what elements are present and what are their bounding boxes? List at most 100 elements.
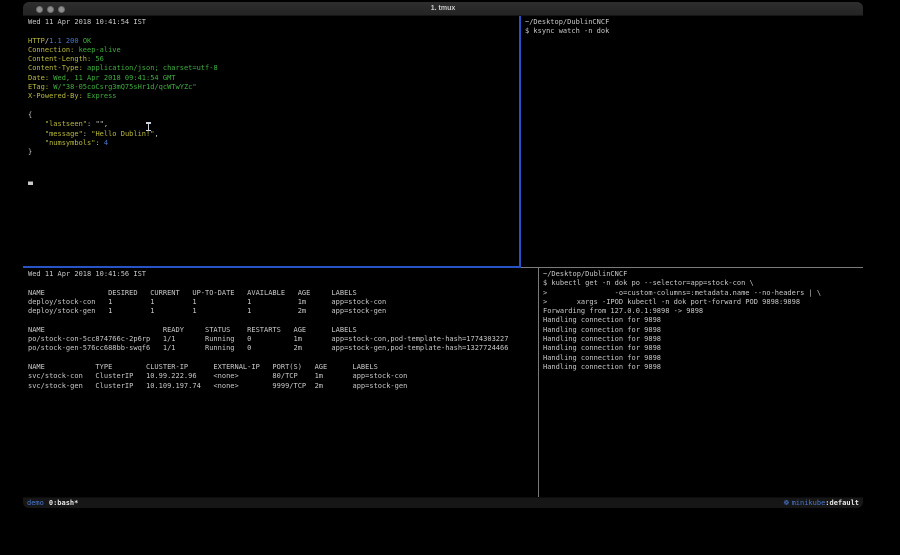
terminal-text-segment: Handling connection for 9898 [543, 354, 661, 362]
terminal-line [28, 157, 519, 166]
terminal-text-segment: NAME TYPE CLUSTER-IP EXTERNAL-IP PORT(S)… [28, 363, 378, 371]
terminal-text-segment: Wed 11 Apr 2018 10:41:54 IST [28, 18, 146, 26]
status-bar-left: demo 0:bash* [27, 498, 78, 509]
terminal-text-segment: keep-alive [74, 46, 120, 54]
terminal-text-segment: Wed, 11 Apr 2018 09:41:54 GMT [49, 74, 175, 82]
terminal-line: po/stock-gen-576cc688bb-swqf6 1/1 Runnin… [28, 344, 538, 353]
terminal-text-segment: NAME READY STATUS RESTARTS AGE LABELS [28, 326, 357, 334]
terminal-text-segment [28, 130, 45, 138]
terminal-block-cursor [28, 177, 33, 185]
terminal-line [28, 391, 538, 400]
terminal-line: Handling connection for 9898 [543, 326, 863, 335]
terminal-text-segment: svc/stock-gen ClusterIP 10.109.197.74 <n… [28, 382, 407, 390]
terminal-text-segment: svc/stock-con ClusterIP 10.99.222.96 <no… [28, 372, 407, 380]
terminal-text-segment: Handling connection for 9898 [543, 335, 661, 343]
terminal-text-segment: HTTP [28, 37, 45, 45]
terminal-text-segment: "message" [45, 130, 83, 138]
terminal-line [28, 354, 538, 363]
terminal-text-segment: application/json; charset=utf-8 [83, 64, 218, 72]
terminal-line: Handling connection for 9898 [543, 344, 863, 353]
terminal-window: 1. tmux Wed 11 Apr 2018 10:41:54 IST HTTP… [23, 2, 863, 508]
terminal-line: Handling connection for 9898 [543, 316, 863, 325]
pane-port-forward[interactable]: ~/Desktop/DublinCNCF$ kubectl get -n dok… [539, 268, 863, 497]
terminal-line: NAME READY STATUS RESTARTS AGE LABELS [28, 326, 538, 335]
terminal-line: > -o=custom-columns=:metadata.name --no-… [543, 289, 863, 298]
status-bar-right: ☸ minikube :default [783, 498, 859, 509]
terminal-text-segment: "numsymbols" [45, 139, 96, 147]
window-titlebar[interactable]: 1. tmux [23, 2, 863, 16]
terminal-line: "numsymbols": 4 [28, 139, 519, 148]
terminal-line: Handling connection for 9898 [543, 354, 863, 363]
terminal-line [28, 176, 519, 185]
terminal-line: Content-Type: application/json; charset=… [28, 64, 519, 73]
terminal-text-segment: Handling connection for 9898 [543, 363, 661, 371]
mouse-text-cursor-cap-bottom [146, 130, 151, 132]
terminal-line: ~/Desktop/DublinCNCF [525, 18, 863, 27]
terminal-text-segment: ~/Desktop/DublinCNCF [543, 270, 627, 278]
terminal-line: Handling connection for 9898 [543, 363, 863, 372]
terminal-line: } [28, 148, 519, 157]
terminal-text-segment: Connection: [28, 46, 74, 54]
terminal-line: { [28, 111, 519, 120]
terminal-text-segment: > -o=custom-columns=:metadata.name --no-… [543, 289, 821, 297]
tmux-session-area: Wed 11 Apr 2018 10:41:54 IST HTTP/1.1 200… [23, 16, 863, 497]
terminal-text-segment: po/stock-gen-576cc688bb-swqf6 1/1 Runnin… [28, 344, 508, 352]
terminal-text-segment [28, 120, 45, 128]
terminal-text-segment [28, 139, 45, 147]
terminal-text-segment: ETag: [28, 83, 49, 91]
terminal-line: Handling connection for 9898 [543, 335, 863, 344]
traffic-lights [36, 6, 65, 13]
tmux-status-bar: demo 0:bash* ☸ minikube :default [23, 497, 863, 508]
pane-http-response[interactable]: Wed 11 Apr 2018 10:41:54 IST HTTP/1.1 200… [23, 16, 519, 266]
terminal-text-segment: 56 [91, 55, 104, 63]
terminal-text-segment: Forwarding from 127.0.0.1:9898 -> 9898 [543, 307, 703, 315]
pane-ksync-watch[interactable]: ~/Desktop/DublinCNCF$ ksync watch -n dok [521, 16, 863, 266]
mouse-text-cursor [146, 122, 151, 131]
active-window-label[interactable]: 0:bash* [49, 498, 79, 509]
terminal-text-segment: } [28, 148, 32, 156]
terminal-line [28, 102, 519, 111]
terminal-text-segment: ~/Desktop/DublinCNCF [525, 18, 609, 26]
kube-namespace-label: :default [825, 498, 859, 509]
terminal-line: deploy/stock-gen 1 1 1 1 2m app=stock-ge… [28, 307, 538, 316]
terminal-text-segment: Handling connection for 9898 [543, 326, 661, 334]
terminal-line: "lastseen": "", [28, 120, 519, 129]
terminal-text-segment: : [95, 139, 103, 147]
terminal-line: $ kubectl get -n dok po --selector=app=s… [543, 279, 863, 288]
terminal-line: po/stock-con-5cc874766c-2p6rp 1/1 Runnin… [28, 335, 538, 344]
terminal-text-segment: deploy/stock-gen 1 1 1 1 2m app=stock-ge… [28, 307, 386, 315]
terminal-text-segment: $ ksync watch -n dok [525, 27, 609, 35]
terminal-text-segment: 4 [104, 139, 108, 147]
session-name-label: demo [27, 498, 44, 509]
terminal-line: "message": "Hello Dublin!", [28, 130, 519, 139]
terminal-text-segment: : [83, 130, 91, 138]
terminal-line: Content-Length: 56 [28, 55, 519, 64]
close-button[interactable] [36, 6, 43, 13]
zoom-button[interactable] [58, 6, 65, 13]
terminal-text-segment: NAME DESIRED CURRENT UP-TO-DATE AVAILABL… [28, 289, 357, 297]
terminal-text-segment: "" [95, 120, 103, 128]
terminal-text-segment: Date: [28, 74, 49, 82]
terminal-line: Wed 11 Apr 2018 10:41:56 IST [28, 270, 538, 279]
terminal-text-segment: Handling connection for 9898 [543, 344, 661, 352]
terminal-text-segment: { [28, 111, 32, 119]
terminal-text-segment: 1.1 200 [49, 37, 79, 45]
terminal-line: Forwarding from 127.0.0.1:9898 -> 9898 [543, 307, 863, 316]
terminal-text-segment: "lastseen" [45, 120, 87, 128]
desktop: { "colors": { "fg": "#c9c9c9", "yellow":… [0, 0, 900, 555]
terminal-text-segment: , [104, 120, 108, 128]
terminal-text-segment: , [154, 130, 158, 138]
terminal-text-segment: deploy/stock-con 1 1 1 1 1m app=stock-co… [28, 298, 386, 306]
terminal-text-segment: Content-Length: [28, 55, 91, 63]
minimize-button[interactable] [47, 6, 54, 13]
terminal-text-segment: > xargs -IPOD kubectl -n dok port-forwar… [543, 298, 800, 306]
terminal-text-segment: Express [83, 92, 117, 100]
terminal-line: HTTP/1.1 200 OK [28, 37, 519, 46]
terminal-line: NAME TYPE CLUSTER-IP EXTERNAL-IP PORT(S)… [28, 363, 538, 372]
terminal-line [28, 27, 519, 36]
pane-kubectl-get[interactable]: Wed 11 Apr 2018 10:41:56 IST NAME DESIRED… [23, 268, 538, 497]
window-title: 1. tmux [23, 2, 863, 16]
terminal-line: ETag: W/"38-05coCsrg3mQ75sHr1d/qcWTwYZc" [28, 83, 519, 92]
terminal-line: Connection: keep-alive [28, 46, 519, 55]
terminal-text-segment: po/stock-con-5cc874766c-2p6rp 1/1 Runnin… [28, 335, 508, 343]
